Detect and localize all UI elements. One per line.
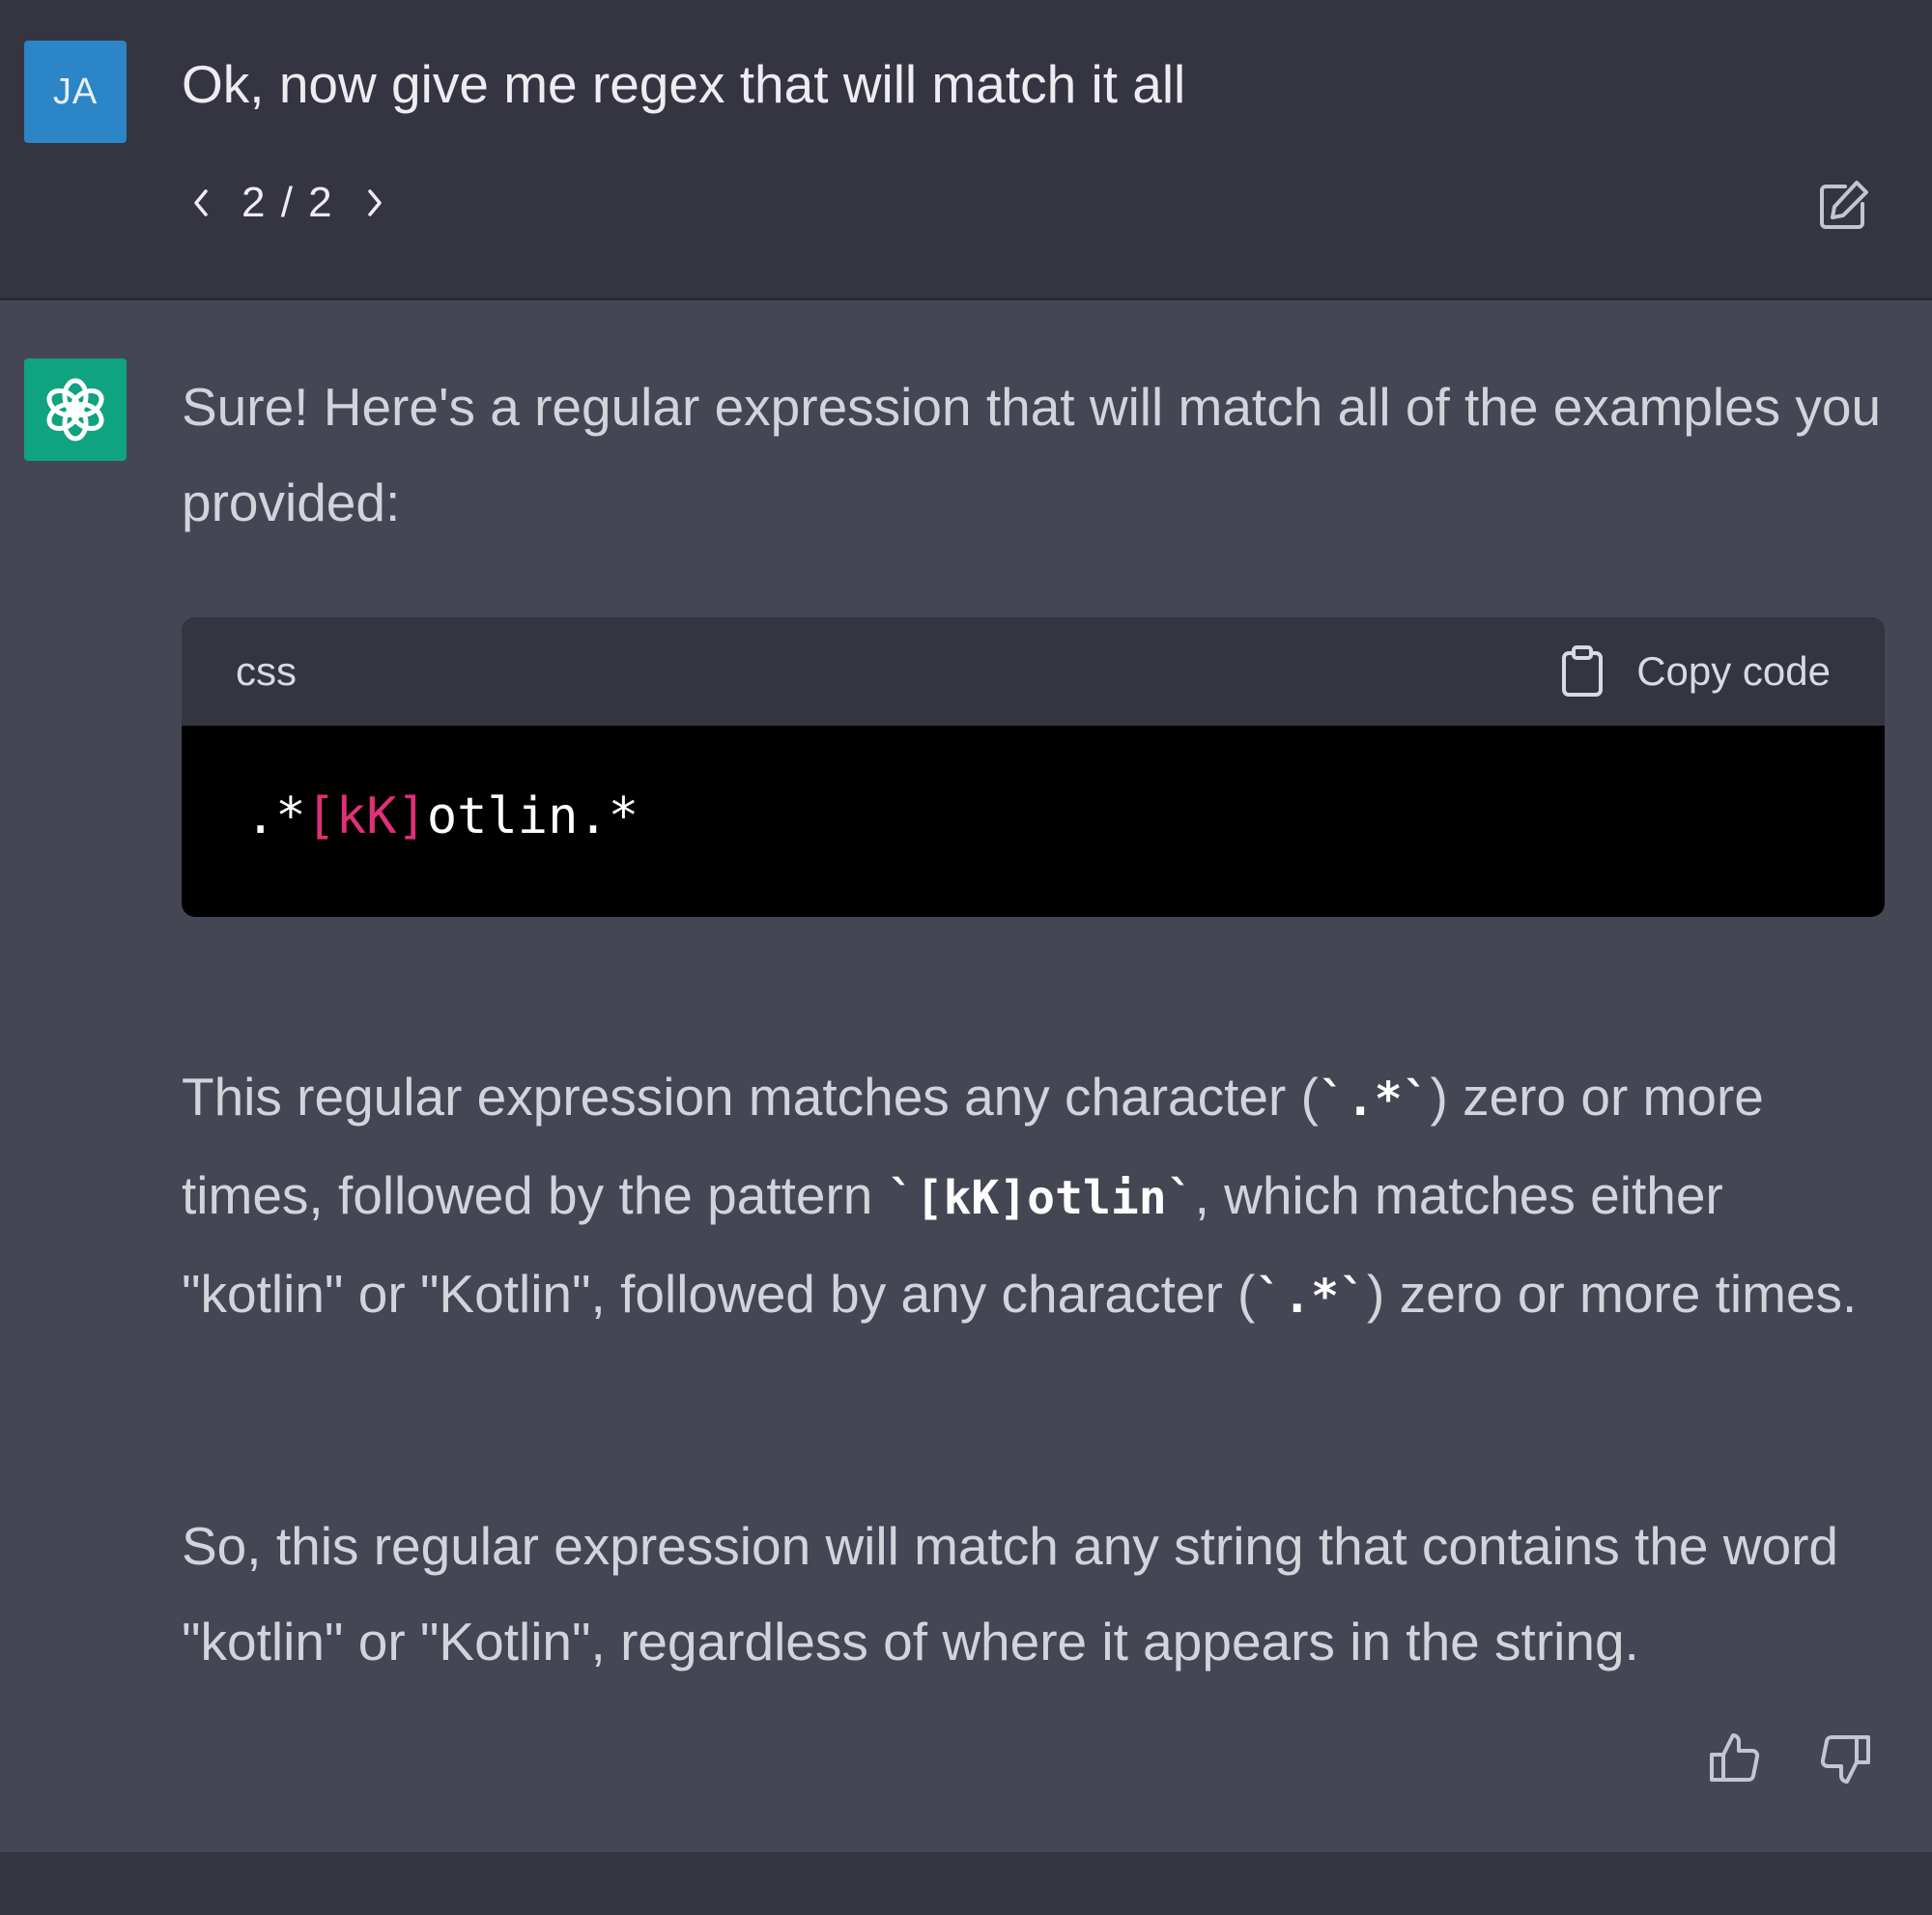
inline-code: `[kK]otlin` [887, 1171, 1195, 1225]
assistant-message: Sure! Here's a regular expression that w… [0, 300, 1932, 1852]
code-token-literal: otlin.* [426, 787, 639, 845]
openai-logo-icon [24, 358, 127, 461]
chevron-right-icon[interactable] [355, 184, 394, 222]
assistant-explanation-text: This regular expression matches any char… [182, 1049, 1882, 1345]
code-language-label: css [236, 648, 297, 694]
inline-code: `.*` [1318, 1072, 1431, 1127]
thumbs-down-icon[interactable] [1816, 1729, 1874, 1787]
user-message: JA Ok, now give me regex that will match… [0, 0, 1932, 300]
code-token-wildcard: .* [245, 787, 306, 845]
user-avatar: JA [24, 41, 127, 143]
code-block: css Copy code .*[kK]otlin.* [182, 617, 1885, 917]
assistant-summary-text: So, this regular expression will match a… [182, 1516, 1838, 1672]
response-pager: 2 / 2 [182, 174, 394, 232]
edit-icon[interactable] [1814, 177, 1872, 235]
code-block-header: css Copy code [182, 617, 1885, 726]
copy-code-label: Copy code [1636, 648, 1831, 694]
assistant-intro-text: Sure! Here's a regular expression that w… [182, 377, 1882, 532]
explanation-part: This regular expression matches any char… [182, 1067, 1319, 1127]
pager-count: 2 / 2 [242, 179, 334, 226]
code-content: .*[kK]otlin.* [182, 726, 1885, 907]
thumbs-up-icon[interactable] [1706, 1729, 1764, 1787]
clipboard-icon [1562, 645, 1604, 697]
bottom-area [0, 1852, 1932, 1915]
chevron-left-icon[interactable] [182, 184, 220, 222]
code-token-char-class: [kK] [305, 787, 427, 845]
inline-code: `.*` [1255, 1270, 1367, 1324]
explanation-part: ) zero or more times. [1366, 1264, 1858, 1324]
user-message-text: Ok, now give me regex that will match it… [182, 54, 1186, 114]
copy-code-button[interactable]: Copy code [1561, 645, 1831, 698]
